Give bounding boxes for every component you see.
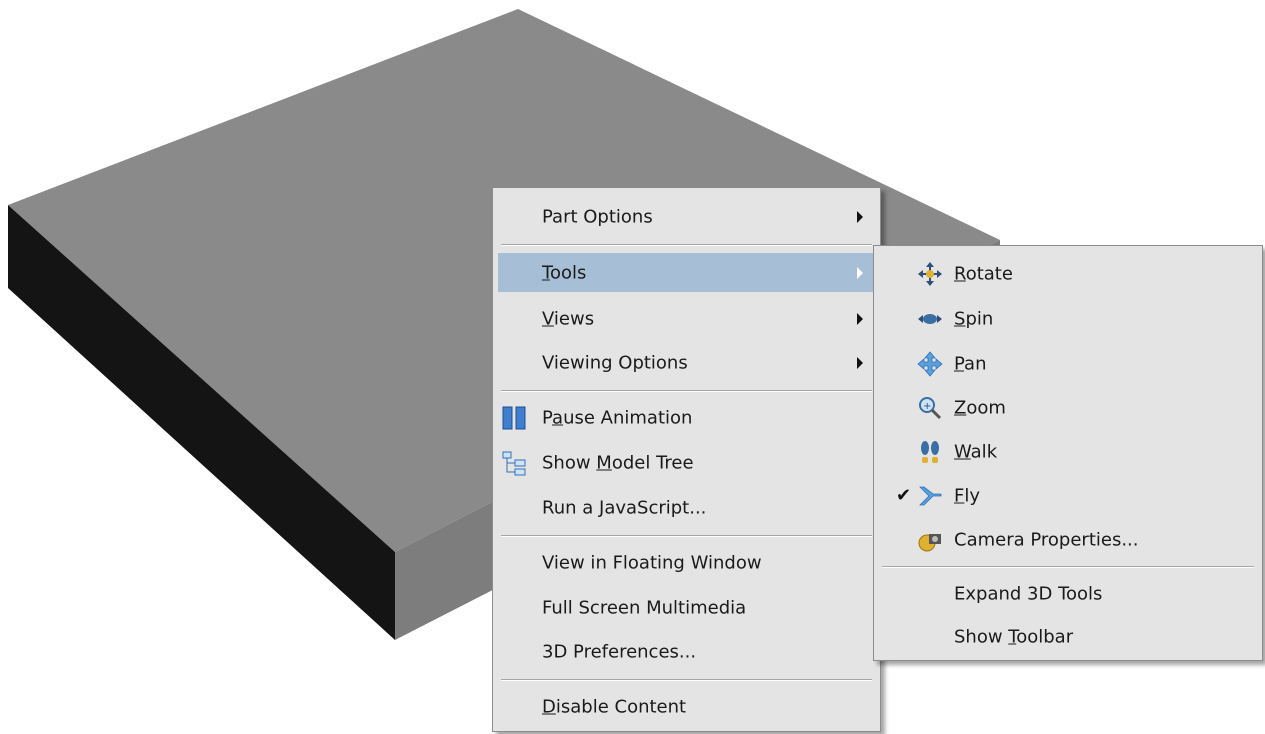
pan-icon [917,350,943,377]
context-menu: Part Options Tools Views Viewing Options… [492,187,881,732]
menu-item-expand-3d-tools[interactable]: Expand 3D Tools [879,574,1255,613]
walk-icon [917,439,943,465]
menu-separator [501,390,872,392]
menu-item-pause-animation[interactable]: Pause Animation [498,398,873,437]
checkmark-icon: ✔ [896,484,912,506]
menu-item-3d-preferences[interactable]: 3D Preferences... [498,632,873,671]
submenu-arrow-icon [857,312,863,325]
svg-text:+: + [923,401,931,412]
menu-item-run-javascript[interactable]: Run a JavaScript... [498,488,873,527]
menu-item-walk[interactable]: Walk [879,432,1255,471]
menu-item-full-screen-multimedia[interactable]: Full Screen Multimedia [498,588,873,627]
spin-icon [917,306,943,332]
menu-separator [501,535,872,537]
menu-item-spin[interactable]: Spin [879,299,1255,338]
zoom-icon: + [917,395,943,421]
menu-item-view-floating-window[interactable]: View in Floating Window [498,543,873,582]
menu-item-part-options[interactable]: Part Options [498,197,873,236]
menu-item-fly[interactable]: ✔ Fly [879,476,1255,515]
menu-item-zoom[interactable]: + Zoom [879,388,1255,427]
menu-item-tools[interactable]: Tools [498,253,873,292]
menu-item-show-model-tree[interactable]: Show Model Tree [498,443,873,482]
submenu-arrow-icon [857,266,863,279]
menu-separator [882,566,1254,568]
model-tree-icon [501,450,527,476]
menu-item-rotate[interactable]: Rotate [879,254,1255,293]
menu-item-viewing-options[interactable]: Viewing Options [498,343,873,382]
menu-item-camera-properties[interactable]: Camera Properties... [879,520,1255,559]
fly-icon [917,483,943,509]
menu-item-pan[interactable]: Pan [879,344,1255,383]
submenu-arrow-icon [857,356,863,369]
menu-item-views[interactable]: Views [498,299,873,338]
submenu-arrow-icon [857,210,863,223]
menu-item-show-toolbar[interactable]: Show Toolbar [879,617,1255,656]
rotate-icon [917,261,943,287]
pause-icon [501,405,527,431]
menu-separator [501,679,872,681]
menu-separator [501,244,872,246]
tools-submenu: Rotate Spin Pan + Zoom Walk ✔ Fly Camera… [873,245,1263,661]
camera-properties-icon [917,527,943,553]
menu-item-disable-content[interactable]: Disable Content [498,687,873,726]
